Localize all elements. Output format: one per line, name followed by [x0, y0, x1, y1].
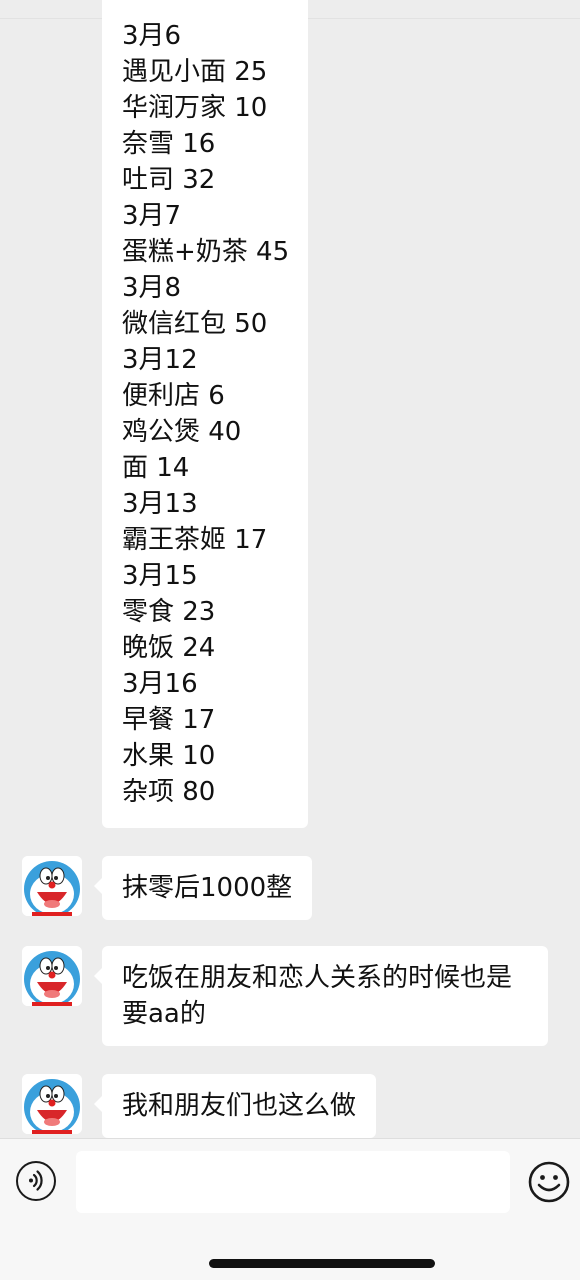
message-bubble[interactable]: 我和朋友们也这么做	[94, 1074, 377, 1138]
expense-line: 奈雪 16	[122, 129, 216, 159]
message-row: 我和朋友们也这么做	[0, 1074, 580, 1138]
doraemon-avatar-icon[interactable]	[22, 856, 82, 916]
expense-line: 便利店 6	[122, 381, 225, 411]
message-text-line: 吃饭在朋友和恋人关系的时候也是	[122, 963, 513, 993]
message-row: 吃饭在朋友和恋人关系的时候也是 要aa的	[0, 946, 580, 1046]
expense-list-message-bubble[interactable]: 3月6 遇见小面 25 华润万家 10 奈雪 16 吐司 32 3月7 蛋糕+奶…	[102, 0, 308, 828]
expense-line: 零食 23	[122, 597, 216, 627]
expense-line: 华润万家 10	[122, 93, 268, 123]
expense-line: 微信红包 50	[122, 309, 268, 339]
expense-line: 吐司 32	[122, 165, 216, 195]
expense-line: 杂项 80	[122, 777, 216, 807]
message-input[interactable]	[76, 1151, 510, 1213]
message-text: 抹零后1000整	[122, 873, 293, 903]
expense-line: 3月13	[122, 489, 198, 519]
emoji-smile-icon[interactable]	[528, 1161, 570, 1203]
expense-line: 晚饭 24	[122, 633, 216, 663]
expense-line: 蛋糕+奶茶 45	[122, 237, 290, 267]
expense-line: 水果 10	[122, 741, 216, 771]
chat-area: 3月6 遇见小面 25 华润万家 10 奈雪 16 吐司 32 3月7 蛋糕+奶…	[0, 0, 580, 1138]
expense-line: 3月15	[122, 561, 198, 591]
message-text-line: 要aa的	[122, 999, 206, 1029]
expense-line: 3月8	[122, 273, 182, 303]
expense-line: 3月7	[122, 201, 182, 231]
bubble-tail	[94, 878, 102, 894]
doraemon-avatar-icon[interactable]	[22, 946, 82, 1006]
home-indicator[interactable]	[209, 1259, 435, 1268]
bubble-tail	[94, 968, 102, 984]
expense-line: 3月12	[122, 345, 198, 375]
expense-line: 3月6	[122, 21, 182, 51]
expense-line: 遇见小面 25	[122, 57, 268, 87]
voice-icon[interactable]	[16, 1161, 56, 1201]
expense-line: 霸王茶姬 17	[122, 525, 268, 555]
expense-line: 3月16	[122, 669, 198, 699]
expense-line: 早餐 17	[122, 705, 216, 735]
message-bubble[interactable]: 抹零后1000整	[94, 856, 313, 920]
input-bar	[0, 1138, 580, 1280]
message-row: 抹零后1000整	[0, 856, 580, 920]
expense-line: 面 14	[122, 453, 190, 483]
doraemon-avatar-icon[interactable]	[22, 1074, 82, 1134]
expense-line: 鸡公煲 40	[122, 417, 242, 447]
message-bubble[interactable]: 吃饭在朋友和恋人关系的时候也是 要aa的	[94, 946, 548, 1046]
message-text: 我和朋友们也这么做	[122, 1091, 357, 1121]
bubble-tail	[94, 1096, 102, 1112]
